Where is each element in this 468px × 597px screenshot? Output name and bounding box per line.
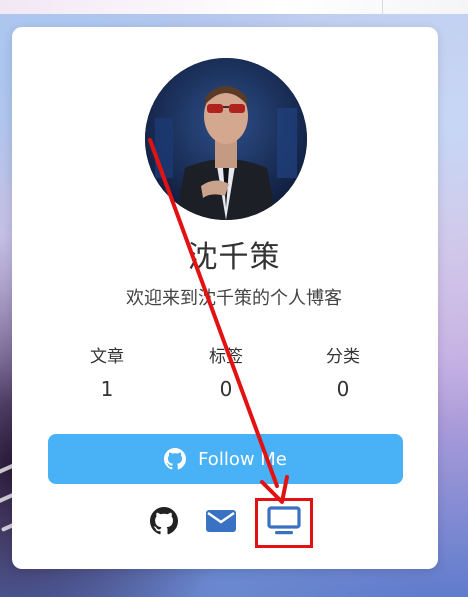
- top-bar-divider: [382, 0, 383, 14]
- profile-name: 沈千策: [187, 240, 281, 275]
- github-icon: [150, 507, 178, 539]
- stat-tags[interactable]: 标签 0: [176, 344, 276, 406]
- follow-me-label: Follow Me: [198, 448, 287, 470]
- stat-value: 0: [219, 377, 233, 401]
- stat-label: 分类: [326, 347, 360, 367]
- stat-label: 标签: [209, 347, 243, 367]
- top-bar: [0, 0, 468, 14]
- stat-categories[interactable]: 分类 0: [293, 344, 393, 406]
- stat-label: 文章: [90, 347, 124, 367]
- github-link[interactable]: [146, 505, 182, 541]
- annotation-highlight-box: [255, 498, 313, 548]
- profile-description: 欢迎来到沈千策的个人博客: [126, 288, 342, 309]
- stat-value: 0: [336, 377, 350, 401]
- mail-icon: [206, 510, 236, 536]
- follow-me-button[interactable]: Follow Me: [48, 434, 403, 484]
- avatar[interactable]: [145, 58, 307, 220]
- stat-value: 1: [100, 377, 114, 401]
- email-link[interactable]: [203, 505, 239, 541]
- github-icon: [164, 448, 187, 470]
- stat-articles[interactable]: 文章 1: [57, 344, 157, 406]
